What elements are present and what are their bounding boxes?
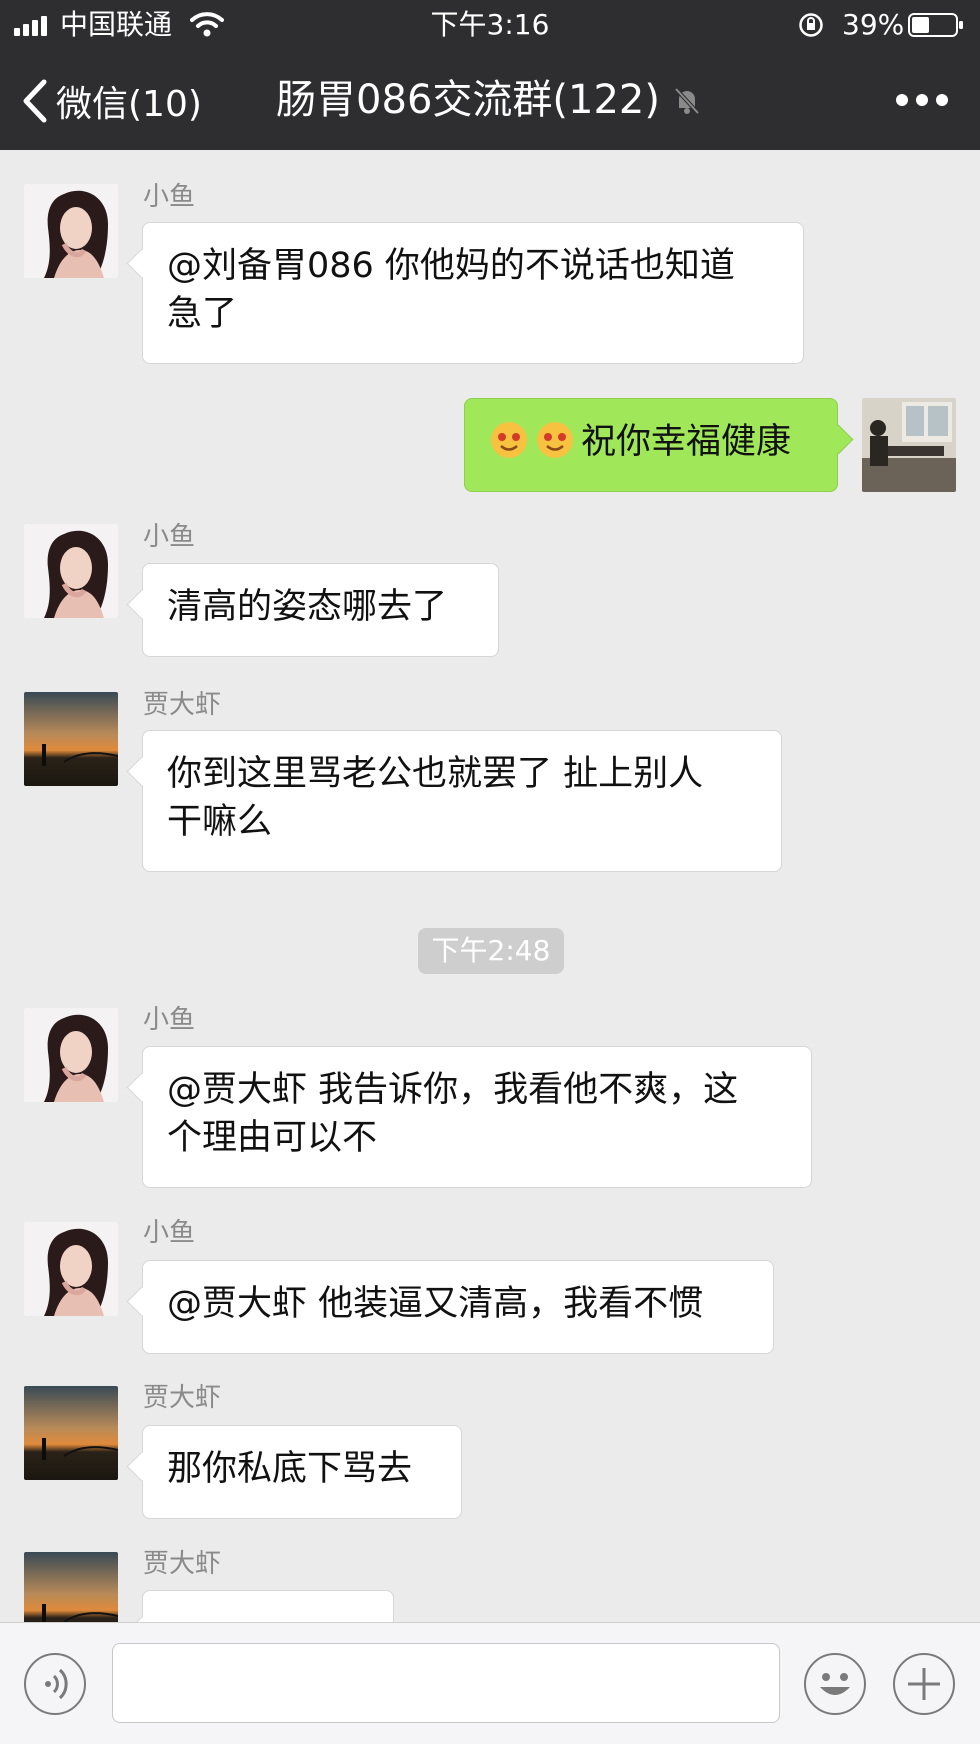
nav-bar: 微信(10) 肠胃086交流群(122) (0, 50, 980, 150)
avatar[interactable] (24, 1222, 118, 1316)
face-emoji-icon (537, 422, 573, 458)
sender-name: 小鱼 (143, 182, 196, 212)
status-bar: 中国联通 下午3:16 39% (0, 0, 980, 50)
message-text: 祝你幸福健康 (581, 422, 792, 462)
message-list[interactable]: 小鱼 @刘备胃086 你他妈的不说话也知道 急了 祝你幸福健康 小鱼 清高的姿态… (0, 150, 980, 1622)
message-bubble[interactable] (142, 1590, 394, 1622)
sender-name: 贾大虾 (143, 690, 222, 720)
sender-name: 小鱼 (143, 1005, 196, 1035)
message-bubble[interactable]: 清高的姿态哪去了 (142, 563, 499, 657)
avatar[interactable] (24, 184, 118, 278)
message-text: 清高的姿态哪去了 (167, 587, 448, 627)
rotation-lock-icon (799, 13, 823, 37)
avatar[interactable] (24, 1552, 118, 1622)
chat-title: 肠胃086交流群(122) (276, 77, 660, 123)
avatar[interactable] (24, 1386, 118, 1480)
message-bubble[interactable]: @贾大虾 我告诉你，我看他不爽，这 个理由可以不 (142, 1046, 812, 1188)
status-time: 下午3:16 (430, 8, 550, 41)
emoji-button[interactable] (804, 1653, 866, 1715)
avatar[interactable] (24, 1008, 118, 1102)
voice-icon (45, 1668, 68, 1700)
battery-icon (908, 13, 963, 37)
voice-button[interactable] (24, 1653, 86, 1715)
message-bubble-self[interactable]: 祝你幸福健康 (464, 398, 838, 492)
sender-name: 贾大虾 (143, 1383, 222, 1413)
message-bubble[interactable]: 你到这里骂老公也就罢了 扯上别人 干嘛么 (142, 730, 782, 872)
message-text: 你到这里骂老公也就罢了 扯上别人 干嘛么 (167, 754, 704, 842)
timestamp: 下午2:48 (418, 928, 564, 974)
emoji-icon (820, 1673, 850, 1695)
mute-bell-icon (674, 87, 700, 115)
more-icon[interactable] (896, 88, 956, 112)
message-bubble[interactable]: @刘备胃086 你他妈的不说话也知道 急了 (142, 222, 804, 364)
avatar-self[interactable] (862, 398, 956, 492)
message-bubble[interactable]: @贾大虾 他装逼又清高，我看不惯 (142, 1260, 774, 1354)
message-text: 那你私底下骂去 (167, 1449, 413, 1489)
avatar[interactable] (24, 692, 118, 786)
message-bubble[interactable]: 那你私底下骂去 (142, 1425, 462, 1519)
avatar[interactable] (24, 524, 118, 618)
chat-title-container: 肠胃086交流群(122) (0, 72, 980, 128)
message-text: @刘备胃086 你他妈的不说话也知道 急了 (167, 246, 735, 334)
plus-icon (908, 1668, 940, 1700)
message-text: @贾大虾 他装逼又清高，我看不惯 (167, 1284, 704, 1324)
battery-percent: 39% (842, 8, 905, 41)
message-input[interactable] (112, 1643, 780, 1723)
plus-button[interactable] (893, 1653, 955, 1715)
sender-name: 小鱼 (143, 522, 196, 552)
input-bar (0, 1622, 980, 1744)
sender-name: 贾大虾 (143, 1549, 222, 1579)
message-text: @贾大虾 我告诉你，我看他不爽，这 个理由可以不 (167, 1070, 739, 1158)
face-emoji-icon (491, 422, 527, 458)
sender-name: 小鱼 (143, 1218, 196, 1248)
